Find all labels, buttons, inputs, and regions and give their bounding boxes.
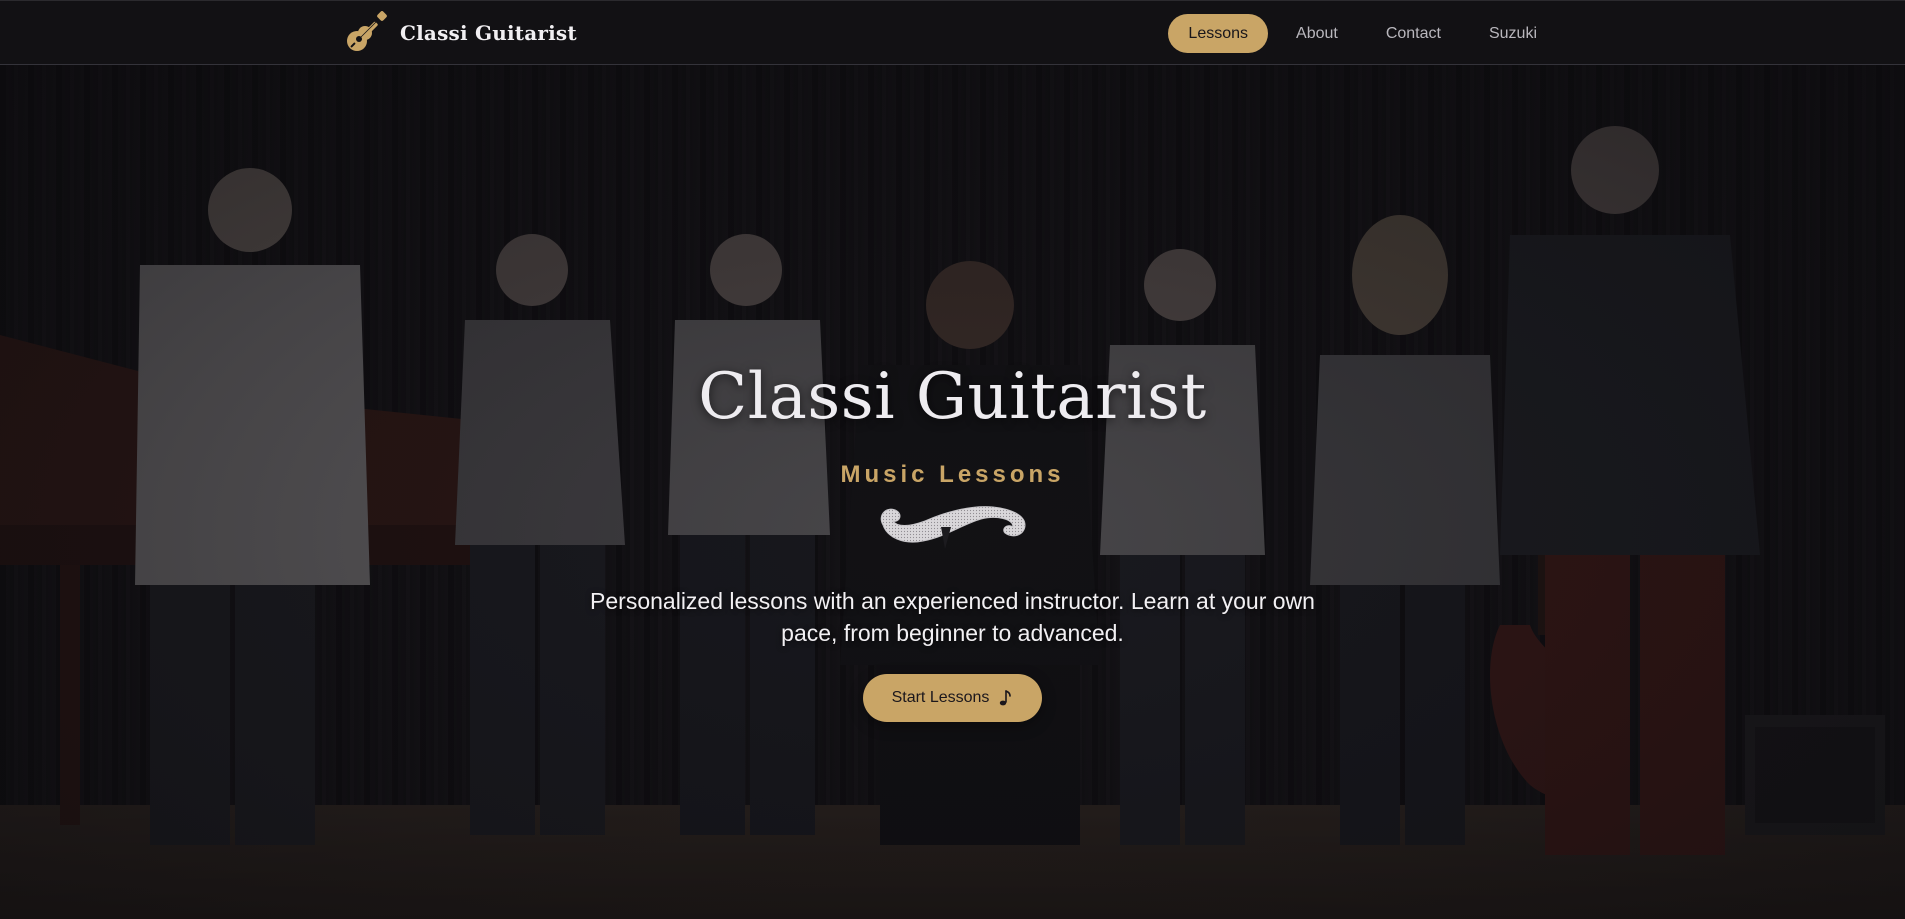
- brand-logo-link[interactable]: Classi Guitarist: [343, 10, 577, 56]
- hero-title: Classi Guitarist: [698, 360, 1207, 434]
- f-hole-scroll-icon: [880, 506, 1026, 549]
- hero-subtitle: Music Lessons: [840, 461, 1065, 488]
- page: Classi Guitarist Lessons About Contact S…: [0, 0, 1905, 919]
- guitar-icon: [347, 11, 387, 51]
- hero-description: Personalized lessons with an experienced…: [590, 588, 1315, 646]
- music-note-icon: [1000, 690, 1012, 706]
- nav-menu: Lessons About Contact Suzuki: [1168, 14, 1557, 53]
- hero-section: Classi Guitarist Music Lessons Personali…: [0, 65, 1905, 919]
- start-lessons-button[interactable]: Start Lessons: [863, 674, 1042, 722]
- nav-link-lessons[interactable]: Lessons: [1168, 14, 1269, 53]
- brand-name: Classi Guitarist: [400, 21, 577, 45]
- nav-link-about[interactable]: About: [1276, 14, 1358, 53]
- start-lessons-label: Start Lessons: [891, 689, 990, 706]
- hero-content: Classi Guitarist Music Lessons Personali…: [0, 65, 1905, 919]
- top-nav: Classi Guitarist Lessons About Contact S…: [0, 0, 1905, 65]
- nav-link-suzuki[interactable]: Suzuki: [1469, 14, 1557, 53]
- nav-link-contact[interactable]: Contact: [1366, 14, 1461, 53]
